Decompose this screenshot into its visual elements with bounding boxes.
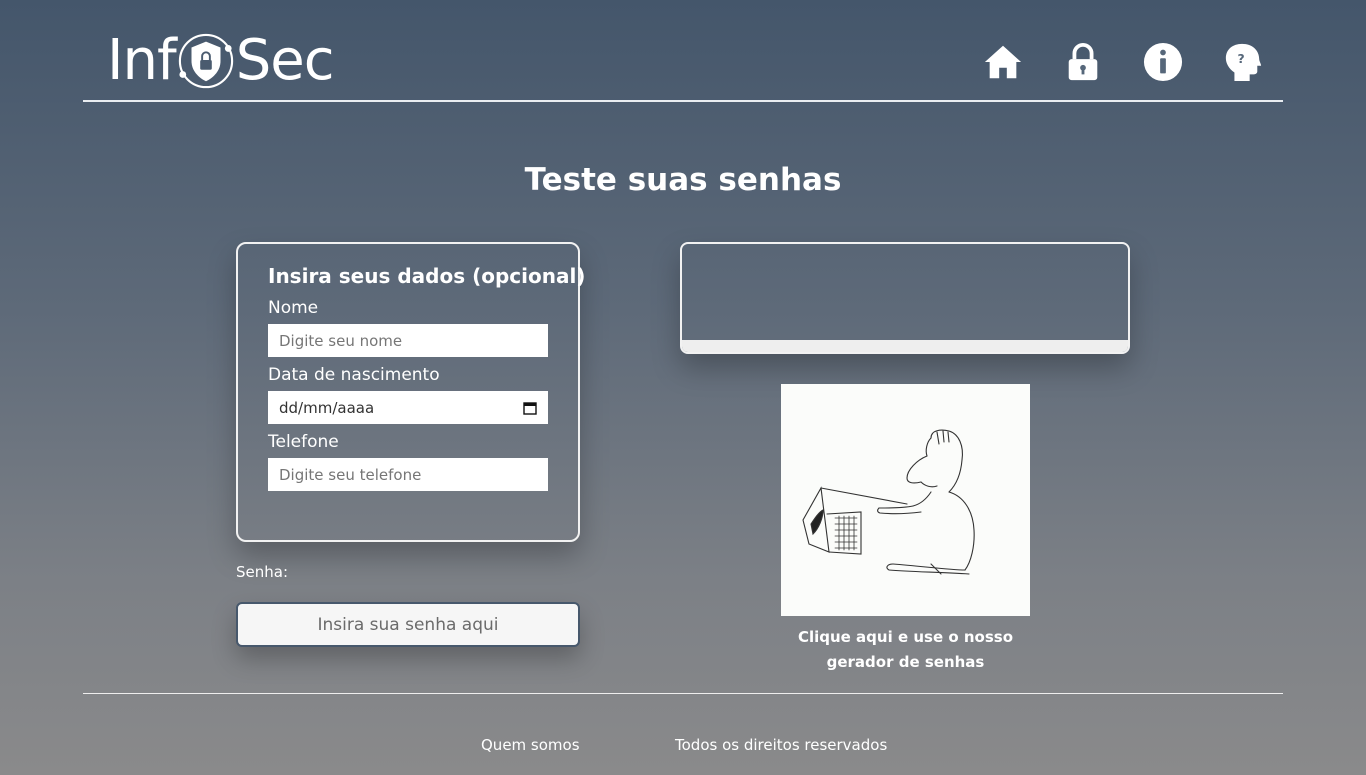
head-question-icon: ? [1225,43,1262,82]
generator-caption-line1: Clique aqui e use o nosso [797,628,1014,646]
info-icon [1143,42,1183,82]
phone-label: Telefone [268,432,339,452]
footer-about-link[interactable]: Quem somos [481,736,580,754]
birth-date-label: Data de nascimento [268,365,440,385]
nav-info[interactable] [1143,40,1183,84]
man-at-laptop-drawing [802,429,975,575]
header: Inf Sec ? [83,0,1283,102]
name-label: Nome [268,298,319,318]
logo-text-left: Inf [107,28,177,93]
password-generator-illustration[interactable] [781,384,1030,616]
lock-icon [1068,42,1098,81]
password-generator-link[interactable]: Clique aqui e use o nosso gerador de sen… [781,625,1030,675]
password-input[interactable] [236,602,580,647]
phone-input[interactable] [268,458,548,491]
home-icon [984,45,1022,79]
logo-text-right: Sec [235,28,335,93]
name-input[interactable] [268,324,548,357]
footer-divider [83,693,1283,694]
svg-text:?: ? [1238,52,1245,66]
top-nav: ? [983,40,1263,84]
password-label: Senha: [236,563,289,581]
page-title: Teste suas senhas [524,162,842,198]
birth-date-placeholder: dd/mm/aaaa [279,398,375,417]
password-result-box [680,242,1130,354]
infosec-logo[interactable]: Inf Sec [107,28,335,93]
calendar-icon[interactable] [523,401,537,415]
birth-date-input[interactable]: dd/mm/aaaa [268,391,548,424]
shield-lock-icon [178,33,233,89]
strength-meter [682,340,1128,352]
footer-rights-text[interactable]: Todos os direitos reservados [675,736,887,754]
nav-security[interactable] [1063,40,1103,84]
personal-data-form: Insira seus dados (opcional) Nome Data d… [236,242,586,542]
nav-home[interactable] [983,40,1023,84]
generator-caption-line2: gerador de senhas [826,653,985,671]
form-heading: Insira seus dados (opcional) [268,264,586,288]
nav-help[interactable]: ? [1223,40,1263,84]
